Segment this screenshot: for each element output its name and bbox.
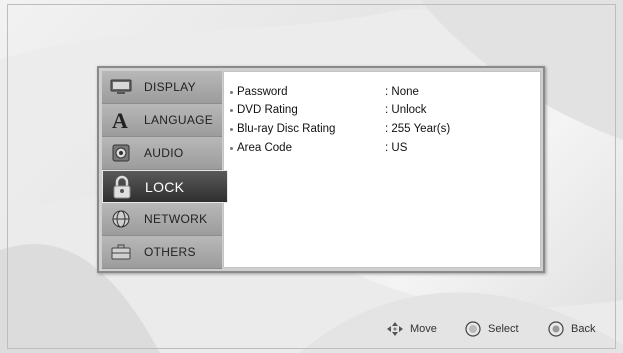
- footer-select-hint: Select: [464, 321, 519, 337]
- audio-icon: [110, 142, 132, 164]
- setup-sidebar: DISPLAY A LANGUAGE AUDIO LOCK NETWORK OT…: [102, 71, 228, 269]
- network-icon: [110, 208, 132, 230]
- sidebar-item-display[interactable]: DISPLAY: [102, 71, 222, 104]
- setting-value: : Unlock: [385, 104, 427, 116]
- bullet-icon: [230, 90, 233, 94]
- sidebar-item-label: LANGUAGE: [144, 113, 214, 127]
- tv-screen: DISPLAY A LANGUAGE AUDIO LOCK NETWORK OT…: [0, 0, 623, 353]
- back-label: Back: [571, 323, 596, 335]
- back-button-icon: [548, 321, 564, 337]
- setting-key: Blu-ray Disc Rating: [237, 123, 336, 135]
- move-arrows-icon: [387, 322, 403, 336]
- bullet-icon: [230, 127, 233, 131]
- sidebar-item-label: OTHERS: [144, 245, 196, 259]
- lock-settings-panel: Password : None DVD Rating : Unlock Blu-…: [223, 71, 541, 268]
- sidebar-item-others[interactable]: OTHERS: [102, 236, 222, 269]
- footer-back-hint: Back: [547, 321, 595, 337]
- select-button-icon: [465, 321, 481, 337]
- sidebar-item-label: DISPLAY: [144, 80, 196, 94]
- footer-move-hint: Move: [386, 321, 437, 337]
- display-icon: [110, 76, 132, 98]
- sidebar-item-language[interactable]: A LANGUAGE: [102, 104, 222, 137]
- bullet-icon: [230, 108, 233, 112]
- setting-key: Password: [237, 86, 288, 98]
- lock-icon: [111, 175, 133, 198]
- bullet-icon: [230, 146, 233, 150]
- select-label: Select: [488, 323, 519, 335]
- others-icon: [110, 241, 132, 263]
- sidebar-item-network[interactable]: NETWORK: [102, 203, 222, 236]
- setting-row-dvd-rating[interactable]: DVD Rating : Unlock: [230, 102, 427, 118]
- setting-row-password[interactable]: Password : None: [230, 84, 419, 100]
- setting-row-area-code[interactable]: Area Code : US: [230, 140, 407, 156]
- sidebar-item-lock[interactable]: LOCK: [102, 170, 228, 203]
- sidebar-item-label: LOCK: [145, 178, 185, 195]
- setting-value: : None: [385, 86, 419, 98]
- setting-key: Area Code: [237, 142, 292, 154]
- svg-text:A: A: [112, 110, 128, 130]
- setting-value: : 255 Year(s): [385, 123, 451, 135]
- language-icon: A: [110, 109, 132, 131]
- setting-row-bluray-rating[interactable]: Blu-ray Disc Rating : 255 Year(s): [230, 121, 450, 137]
- setting-key: DVD Rating: [237, 104, 298, 116]
- setup-menu: DISPLAY A LANGUAGE AUDIO LOCK NETWORK OT…: [97, 66, 545, 273]
- move-label: Move: [410, 323, 437, 335]
- sidebar-item-audio[interactable]: AUDIO: [102, 137, 222, 170]
- sidebar-item-label: AUDIO: [144, 146, 184, 160]
- setting-value: : US: [385, 142, 408, 154]
- sidebar-item-label: NETWORK: [144, 212, 208, 226]
